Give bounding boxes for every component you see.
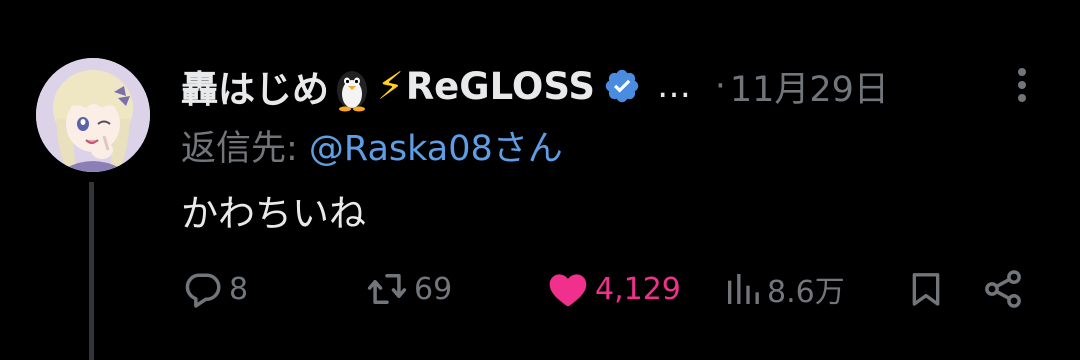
reply-handle[interactable]: @Raska08 bbox=[309, 129, 493, 169]
retweet-button[interactable]: 69 bbox=[364, 262, 452, 316]
reply-icon bbox=[181, 267, 225, 311]
reply-button[interactable]: 8 bbox=[181, 262, 248, 316]
bookmark-button[interactable] bbox=[906, 262, 946, 316]
thread-line bbox=[89, 182, 94, 360]
lightning-bolt-icon: ⚡ bbox=[377, 64, 404, 108]
retweet-count: 69 bbox=[414, 271, 453, 307]
views-button[interactable]: 8.6万 bbox=[723, 262, 845, 316]
retweet-icon bbox=[364, 267, 410, 311]
display-name-suffix[interactable]: ReGLOSS bbox=[406, 65, 595, 108]
reply-context: 返信先: @Raska08さん bbox=[181, 120, 563, 171]
views-count: 8.6万 bbox=[767, 275, 845, 310]
bookmark-icon bbox=[906, 267, 946, 311]
reply-count: 8 bbox=[229, 271, 249, 307]
share-button[interactable] bbox=[981, 262, 1025, 316]
timestamp[interactable]: 11月29日 bbox=[730, 61, 889, 112]
verified-badge-icon bbox=[603, 67, 641, 105]
like-button[interactable]: 4,129 bbox=[545, 262, 681, 316]
like-count: 4,129 bbox=[595, 271, 681, 307]
views-icon bbox=[723, 267, 763, 311]
action-bar: 8 69 4,129 8.6万 bbox=[181, 262, 1041, 316]
penguin-icon bbox=[331, 66, 373, 112]
reply-prefix: 返信先: bbox=[181, 129, 309, 169]
display-name[interactable]: 轟はじめ bbox=[181, 59, 329, 113]
tweet-text: かわちいね bbox=[181, 192, 366, 235]
tweet-header: 轟はじめ ⚡ ReGLOSS … · 11月29日 bbox=[181, 58, 1041, 114]
share-icon bbox=[981, 267, 1025, 311]
avatar[interactable] bbox=[36, 58, 150, 172]
separator-dot: · bbox=[715, 66, 726, 106]
more-options-icon[interactable] bbox=[1012, 66, 1032, 106]
reply-handle-link[interactable]: @Raska08さん bbox=[309, 129, 563, 169]
reply-honorific[interactable]: さん bbox=[493, 129, 563, 169]
name-ellipsis: … bbox=[657, 66, 693, 106]
heart-icon bbox=[545, 267, 591, 311]
tweet: 轟はじめ ⚡ ReGLOSS … · 11月29日 返信先: @Raska08さ… bbox=[0, 0, 1080, 360]
